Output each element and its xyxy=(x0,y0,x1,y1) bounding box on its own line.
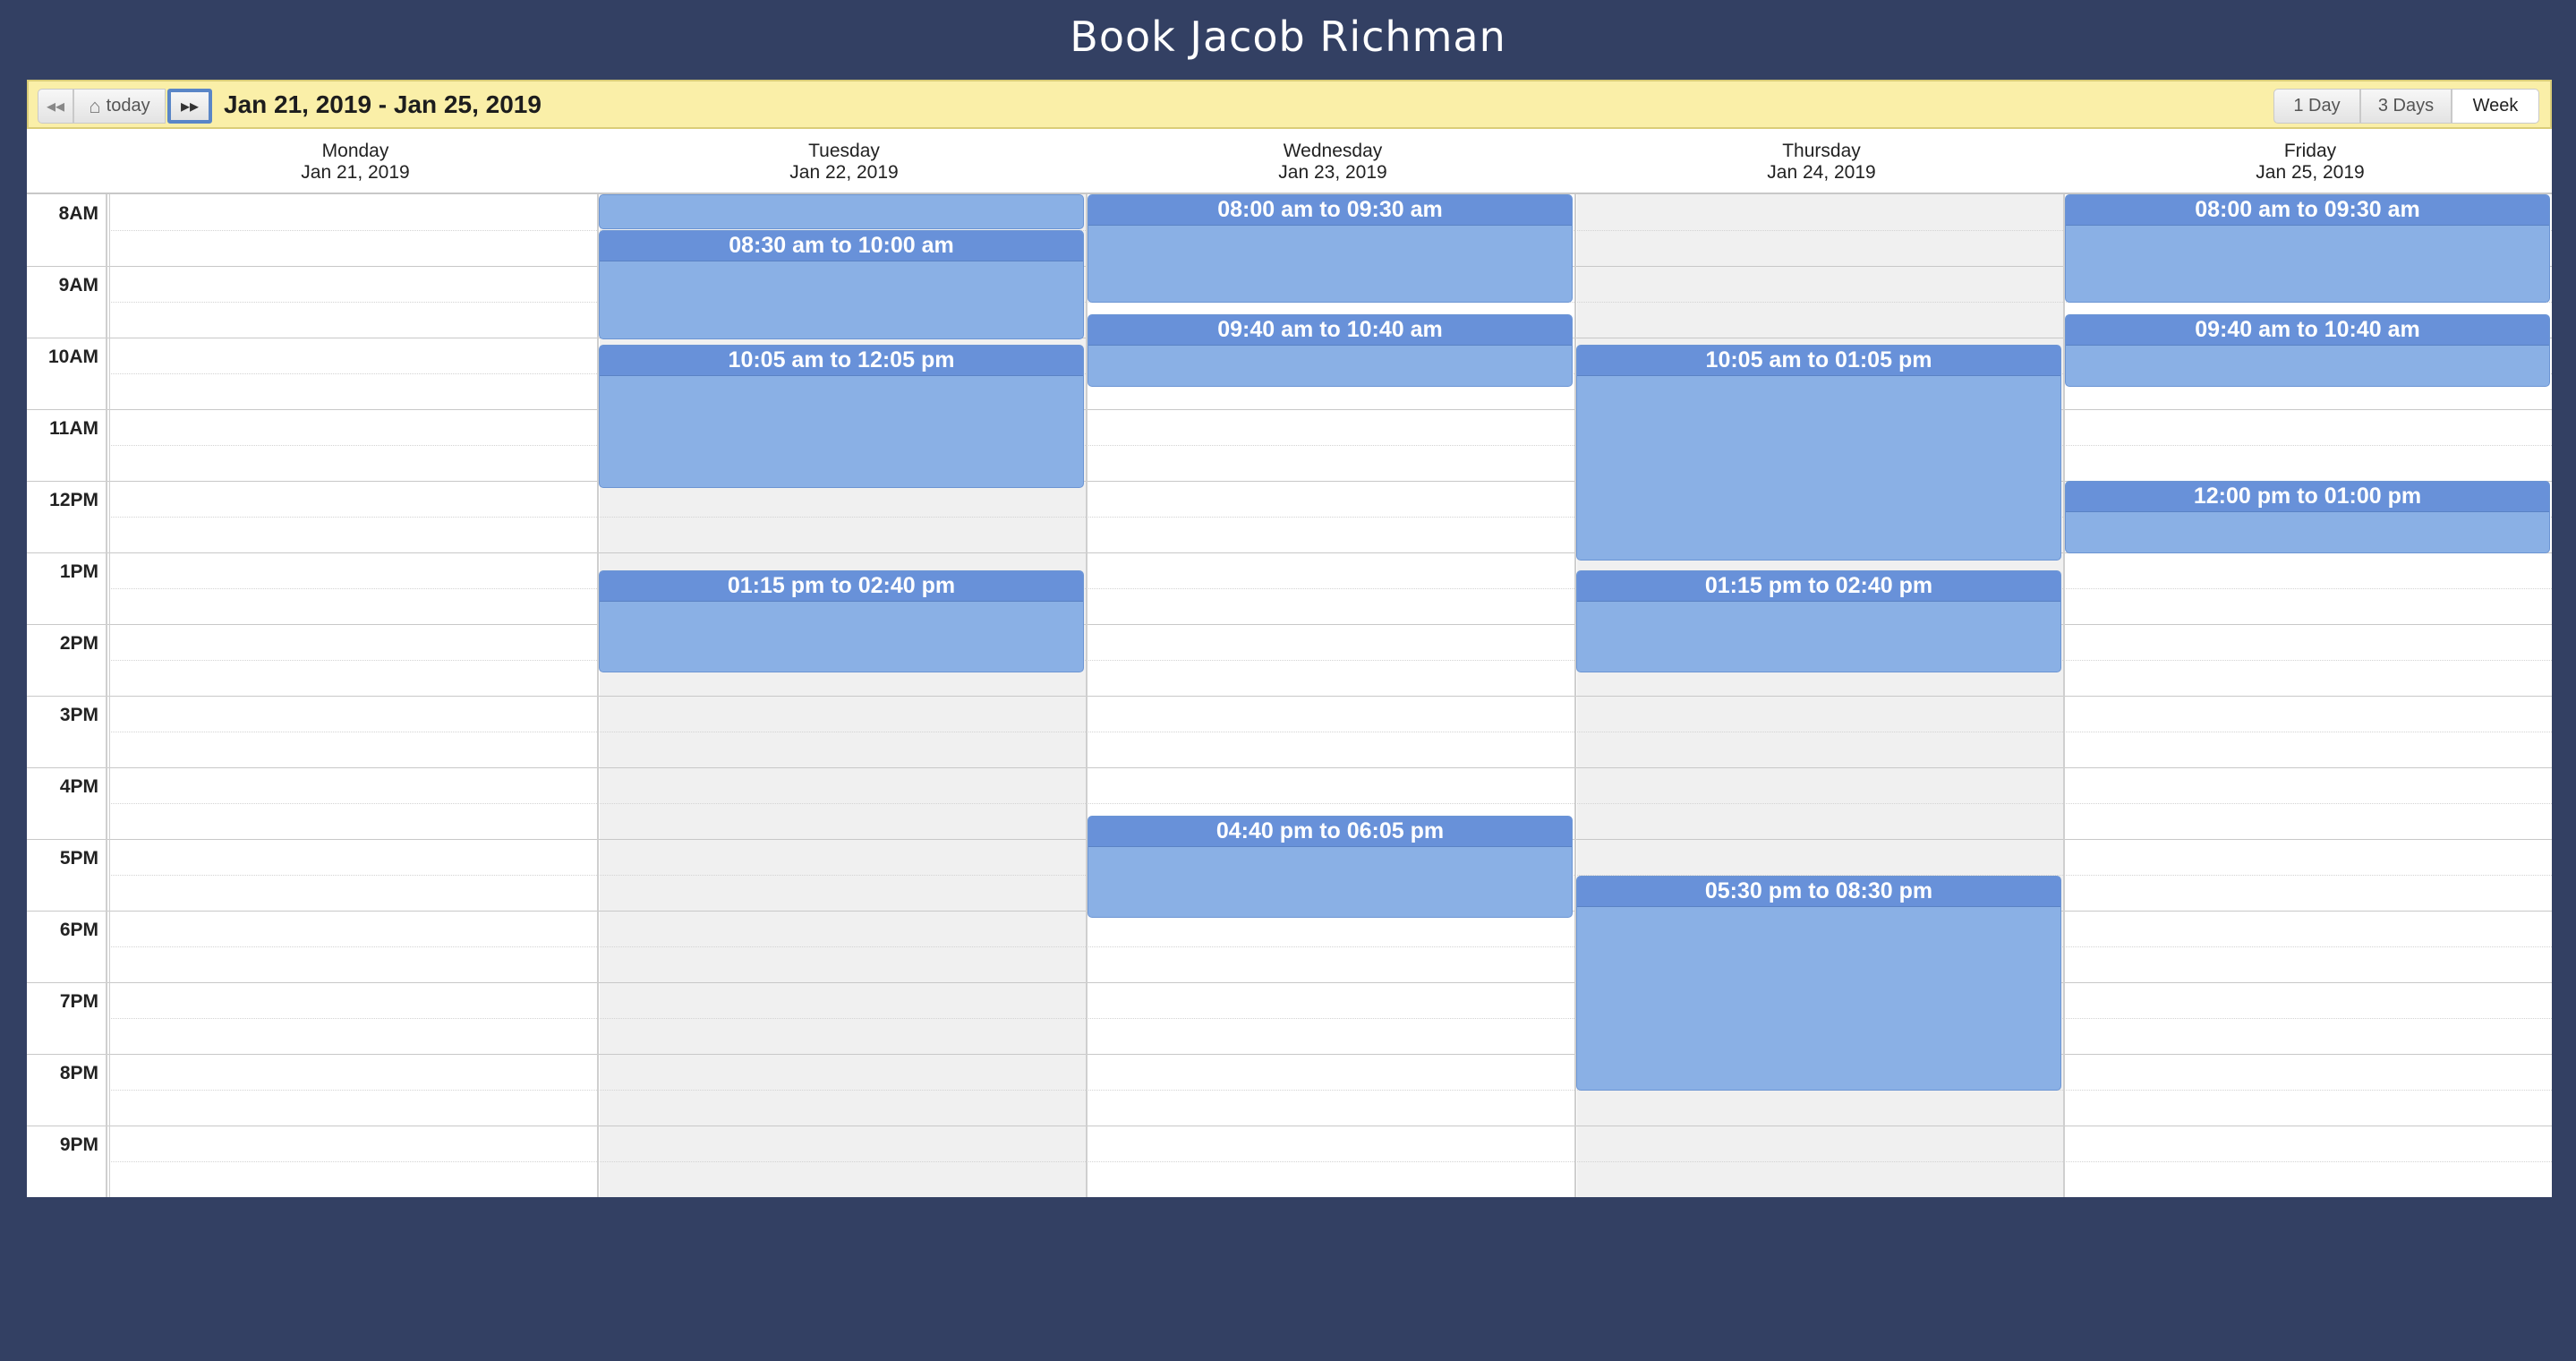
day-date: Jan 22, 2019 xyxy=(789,162,899,183)
day-header-tuesday: Tuesday Jan 22, 2019 xyxy=(600,141,1088,184)
event-label: 09:40 am to 10:40 am xyxy=(2066,315,2549,346)
day-name: Friday xyxy=(2283,141,2337,161)
event-block[interactable]: 12:00 pm to 01:00 pm xyxy=(2065,481,2550,553)
event-label: 09:40 am to 10:40 am xyxy=(1088,315,1572,346)
event-label: 08:30 am to 10:00 am xyxy=(600,231,1083,261)
rewind-icon: ◂◂ xyxy=(46,97,65,116)
event-label: 05:30 pm to 08:30 pm xyxy=(1577,877,2060,907)
event-label: 01:15 pm to 02:40 pm xyxy=(1577,571,2060,602)
hour-label: 2PM xyxy=(59,633,98,654)
half-hour-line xyxy=(109,588,2552,589)
day-date: Jan 23, 2019 xyxy=(1278,162,1387,183)
hour-label: 6PM xyxy=(59,920,98,940)
day-header-thursday: Thursday Jan 24, 2019 xyxy=(1577,141,2066,184)
hour-label: 9AM xyxy=(58,275,98,295)
event-block[interactable] xyxy=(599,194,1084,229)
day-date: Jan 24, 2019 xyxy=(1767,162,1876,183)
week-calendar: ◂◂ ⌂ today ▸▸ Jan 21, 2019 - Jan 25, 201… xyxy=(27,80,2552,1197)
page-title: Book Jacob Richman xyxy=(1070,13,1506,61)
day-name: Monday xyxy=(321,141,389,161)
date-range-title: Jan 21, 2019 - Jan 25, 2019 xyxy=(224,90,542,118)
hour-label: 10AM xyxy=(47,347,98,367)
hour-label: 11AM xyxy=(49,418,98,439)
event-label: 10:05 am to 01:05 pm xyxy=(1577,346,2060,376)
half-hour-line xyxy=(109,445,2552,446)
half-hour-line xyxy=(109,660,2552,661)
event-block[interactable]: 08:00 am to 09:30 am xyxy=(2065,194,2550,303)
day-date: Jan 21, 2019 xyxy=(301,162,410,183)
hour-line xyxy=(27,767,2552,768)
hour-label: 9PM xyxy=(59,1134,98,1155)
half-hour-line xyxy=(109,803,2552,804)
event-block[interactable]: 08:00 am to 09:30 am xyxy=(1088,194,1573,303)
view-3-days-button[interactable]: 3 Days xyxy=(2360,89,2452,124)
view-1-day-button[interactable]: 1 Day xyxy=(2273,89,2360,124)
day-header-friday: Friday Jan 25, 2019 xyxy=(2066,141,2555,184)
hour-label: 3PM xyxy=(59,705,98,725)
event-block[interactable]: 09:40 am to 10:40 am xyxy=(2065,314,2550,387)
event-block[interactable]: 10:05 am to 12:05 pm xyxy=(599,345,1084,488)
hour-label: 7PM xyxy=(59,991,98,1012)
hour-label: 8PM xyxy=(59,1063,98,1083)
half-hour-line xyxy=(109,1018,2552,1019)
day-name: Wednesday xyxy=(1283,141,1383,161)
column-divider xyxy=(106,194,107,1197)
half-hour-line xyxy=(109,946,2552,947)
day-name: Tuesday xyxy=(808,141,880,161)
hour-line xyxy=(27,1054,2552,1055)
calendar-toolbar: ◂◂ ⌂ today ▸▸ Jan 21, 2019 - Jan 25, 201… xyxy=(27,80,2552,129)
hour-line xyxy=(27,982,2552,983)
event-block[interactable]: 09:40 am to 10:40 am xyxy=(1088,314,1573,387)
day-date: Jan 25, 2019 xyxy=(2256,162,2365,183)
event-label: 01:15 pm to 02:40 pm xyxy=(600,571,1083,602)
event-label: 12:00 pm to 01:00 pm xyxy=(2066,482,2549,512)
home-icon: ⌂ xyxy=(89,94,101,117)
event-block[interactable]: 08:30 am to 10:00 am xyxy=(599,230,1084,339)
prev-week-button[interactable]: ◂◂ xyxy=(38,89,73,124)
hour-label: 12PM xyxy=(49,490,98,510)
event-label: 08:00 am to 09:30 am xyxy=(2066,195,2549,226)
hour-line xyxy=(27,696,2552,697)
hour-label: 1PM xyxy=(59,561,98,582)
event-label: 08:00 am to 09:30 am xyxy=(1088,195,1572,226)
half-hour-line xyxy=(109,1161,2552,1162)
day-name: Thursday xyxy=(1782,141,1861,161)
event-label: 10:05 am to 12:05 pm xyxy=(600,346,1083,376)
event-block[interactable]: 04:40 pm to 06:05 pm xyxy=(1088,816,1573,918)
hour-line xyxy=(27,409,2552,410)
day-header-monday: Monday Jan 21, 2019 xyxy=(111,141,600,184)
half-hour-line xyxy=(109,1090,2552,1091)
hour-line xyxy=(27,624,2552,625)
view-week-button[interactable]: Week xyxy=(2452,89,2539,124)
column-divider xyxy=(109,194,110,1197)
event-block[interactable]: 01:15 pm to 02:40 pm xyxy=(1576,570,2061,672)
hour-label: 5PM xyxy=(59,848,98,869)
hour-label: 4PM xyxy=(59,776,98,797)
fast-forward-icon: ▸▸ xyxy=(180,97,200,116)
today-button[interactable]: ⌂ today xyxy=(73,89,166,124)
event-block[interactable]: 05:30 pm to 08:30 pm xyxy=(1576,876,2061,1091)
event-block[interactable]: 10:05 am to 01:05 pm xyxy=(1576,345,2061,561)
event-block[interactable]: 01:15 pm to 02:40 pm xyxy=(599,570,1084,672)
hour-label: 8AM xyxy=(58,203,98,224)
next-week-button[interactable]: ▸▸ xyxy=(167,89,212,124)
day-header-wednesday: Wednesday Jan 23, 2019 xyxy=(1088,141,1577,184)
column-divider xyxy=(597,194,599,1197)
event-label: 04:40 pm to 06:05 pm xyxy=(1088,817,1572,847)
today-label: today xyxy=(106,96,150,116)
